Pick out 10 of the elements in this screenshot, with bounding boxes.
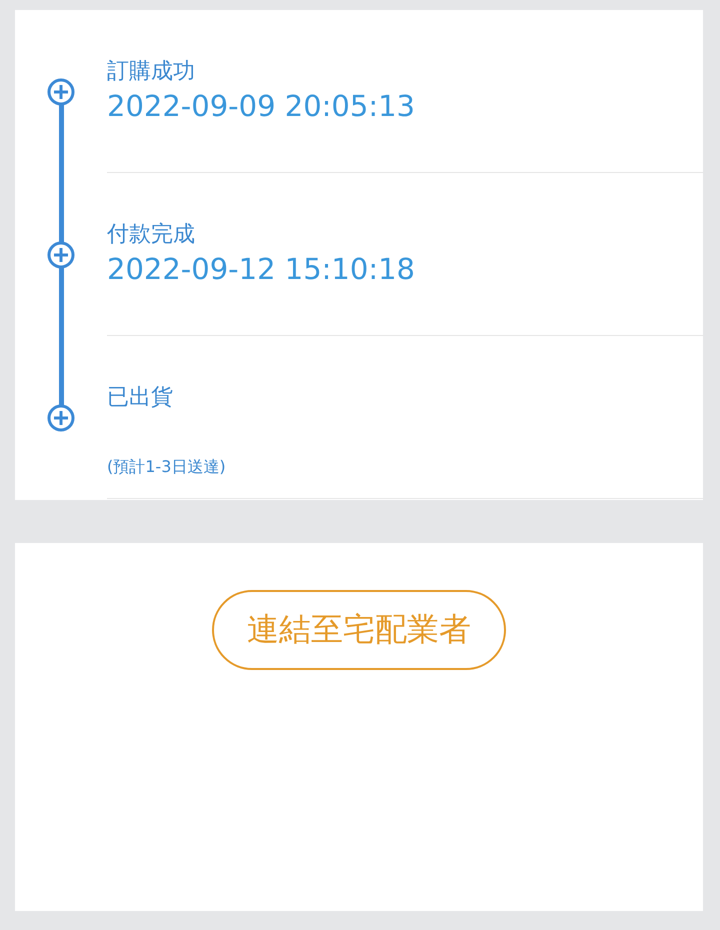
plus-circle-icon [47, 241, 75, 269]
plus-circle-icon [47, 404, 75, 432]
delivery-note: (預計1-3日送達) [107, 457, 226, 478]
status-time: 2022-09-12 15:10:18 [107, 251, 415, 288]
status-label: 訂購成功 [107, 58, 195, 86]
status-time: 2022-09-09 20:05:13 [107, 88, 415, 125]
status-label: 付款完成 [107, 221, 195, 249]
plus-circle-icon [47, 78, 75, 106]
status-label: 已出貨 [107, 384, 173, 412]
courier-link-button[interactable]: 連結至宅配業者 [212, 590, 506, 670]
